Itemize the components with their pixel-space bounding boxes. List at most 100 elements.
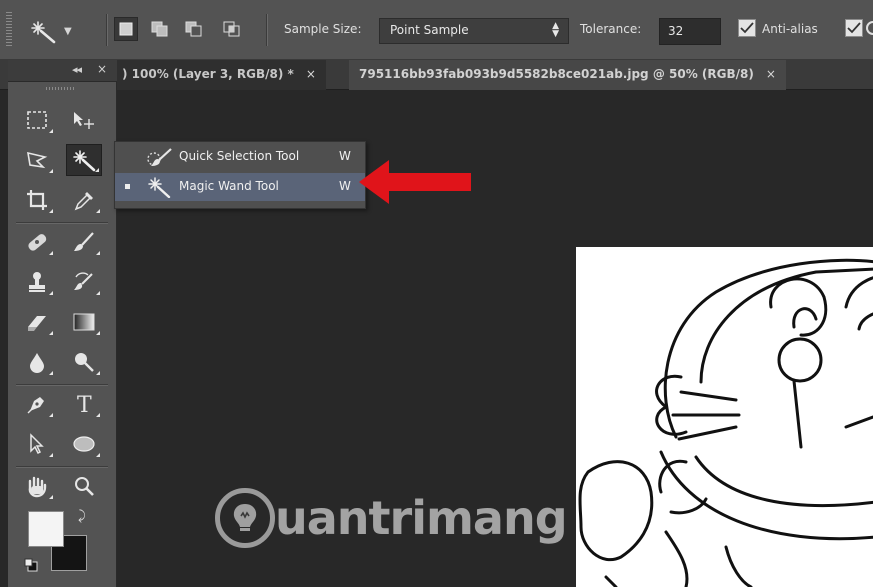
magic-wand-icon [31,21,56,44]
options-bar-grip[interactable] [6,12,12,48]
tab-jpg-document[interactable]: 795116bb93fab093b9d5582b8ce021ab.jpg @ 5… [349,60,786,90]
swap-colors-icon[interactable]: ⤸ [78,509,86,524]
history-brush-tool[interactable] [66,266,102,298]
menu-item-magic-wand[interactable]: Magic Wand Tool W [115,173,365,201]
lasso-tool[interactable] [19,144,55,176]
watermark-text: uantrimang [275,491,568,545]
magic-wand-tool[interactable] [66,144,102,176]
submenu-indicator [49,291,53,295]
zoom-tool[interactable] [66,470,102,502]
checkmark-icon [740,22,754,34]
dodge-tool[interactable] [66,346,102,378]
blur-tool[interactable] [19,346,55,378]
clone-stamp-tool[interactable] [19,266,55,298]
divider [16,466,108,467]
gradient-tool[interactable] [66,306,102,338]
new-selection-button[interactable] [114,17,138,41]
submenu-indicator [96,371,100,375]
bandage-icon [28,234,47,251]
brush-tool[interactable] [66,226,102,258]
eyedropper-tool[interactable] [66,184,102,216]
watermark: uantrimang [215,488,568,548]
submenu-indicator [96,453,100,457]
add-to-selection-icon [151,21,168,37]
move-icon [74,112,94,129]
close-icon[interactable]: × [306,67,316,81]
submenu-indicator [49,331,53,335]
new-selection-icon [119,22,133,36]
stamp-icon [29,272,45,292]
submenu-indicator [49,169,53,173]
tool-preset-picker[interactable]: ▼ [30,14,98,48]
subtract-from-selection-icon [185,21,202,37]
eraser-icon [28,316,46,331]
eraser-tool[interactable] [19,306,55,338]
submenu-indicator [49,495,53,499]
add-to-selection-button[interactable] [148,17,172,41]
polygonal-lasso-icon [27,151,48,169]
shortcut-label: W [339,149,351,163]
divider [266,14,267,46]
submenu-indicator [49,251,53,255]
gradient-icon [73,313,95,331]
pen-tool[interactable] [19,388,55,420]
options-bar: ▼ Sample Size: Point Sample ▲ ▼ Tolerance… [0,0,873,60]
divider [106,14,107,46]
path-selection-tool[interactable] [19,428,55,460]
submenu-indicator [49,453,53,457]
healing-brush-tool[interactable] [19,226,55,258]
tools-panel-grip[interactable] [46,87,76,90]
close-icon[interactable]: × [766,67,776,81]
document-canvas[interactable] [576,247,873,587]
crop-icon [27,190,47,210]
submenu-indicator [96,331,100,335]
submenu-indicator [49,209,53,213]
submenu-indicator [96,291,100,295]
submenu-indicator [49,129,53,133]
submenu-indicator [49,413,53,417]
default-colors-icon[interactable] [24,558,38,572]
crop-tool[interactable] [19,184,55,216]
close-icon[interactable]: × [97,62,107,76]
ellipse-icon [73,436,95,452]
foreground-color-swatch[interactable] [28,511,64,547]
rectangular-marquee-icon [27,111,47,129]
red-arrow-annotation [359,160,471,204]
collapse-icon[interactable]: ◂◂ [72,63,82,76]
move-tool[interactable] [66,104,102,136]
submenu-indicator [49,371,53,375]
hand-icon [28,476,47,498]
ellipse-tool[interactable] [66,428,102,460]
submenu-indicator [95,168,99,172]
subtract-from-selection-button[interactable] [182,17,206,41]
pen-icon [27,397,44,414]
tolerance-input[interactable]: 32 [659,18,721,45]
divider [16,384,108,385]
menu-item-label: Magic Wand Tool [179,179,279,193]
lightbulb-icon [215,488,275,548]
tolerance-value: 32 [668,24,684,38]
menu-item-quick-selection[interactable]: Quick Selection Tool W [115,143,365,171]
contiguous-checkbox[interactable] [845,19,863,37]
menu-item-label: Quick Selection Tool [179,149,300,163]
quick-selection-icon [147,148,172,166]
path-selection-icon [30,433,44,455]
selected-bullet-icon [125,184,130,189]
tools-panel: ◂◂ × T ⤸ [8,60,117,587]
zoom-icon [75,477,94,496]
eyedropper-icon [74,192,93,211]
hand-tool[interactable] [19,470,55,502]
sample-size-select[interactable]: Point Sample ▲ ▼ [379,18,569,44]
submenu-indicator [96,413,100,417]
tab-layer3-document[interactable]: ) 100% (Layer 3, RGB/8) * × [112,60,326,90]
checkmark-icon [847,22,861,34]
brush-icon [74,232,94,251]
tolerance-label: Tolerance: [580,22,642,36]
marquee-tool[interactable] [19,104,55,136]
type-tool[interactable]: T [66,388,102,420]
magic-wand-icon [148,177,171,198]
intersect-selection-button[interactable] [220,17,244,41]
contiguous-label-clipped [866,18,873,38]
svg-text:T: T [77,393,92,418]
anti-alias-checkbox[interactable] [738,19,756,37]
